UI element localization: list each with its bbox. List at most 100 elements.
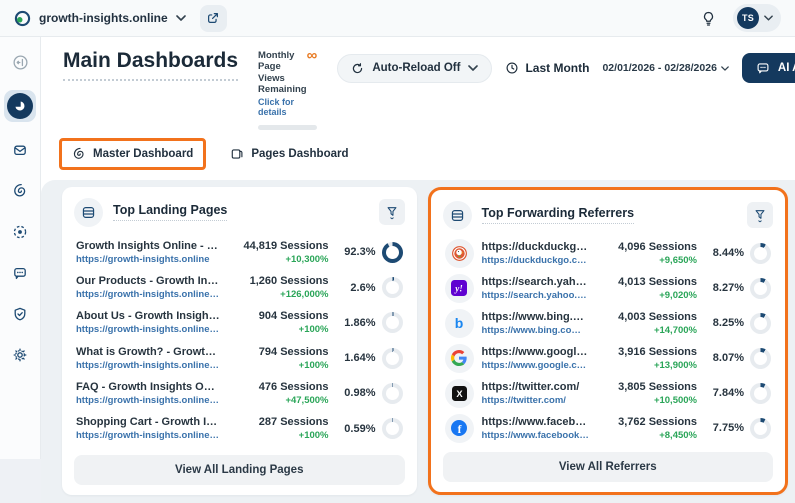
referrer-url[interactable]: https://duckduckgo.com/ [482, 255, 590, 266]
row-info: Shopping Cart - Growth Insights ... http… [76, 416, 221, 441]
tab-label: Master Dashboard [93, 148, 193, 160]
landing-page-title: What is Growth? - Growth Insight... [76, 346, 221, 358]
referrer-url[interactable]: https://www.facebook.co... [482, 430, 590, 441]
landing-page-title: Our Products - Growth Insights O... [76, 275, 221, 287]
percent-donut-chart [382, 242, 403, 263]
landing-page-url[interactable]: https://growth-insights.online [76, 254, 221, 265]
landing-page-title: Growth Insights Online - Growth I... [76, 240, 221, 252]
facebook-favicon: f [445, 414, 474, 443]
landing-page-row[interactable]: Growth Insights Online - Growth I... htt… [74, 237, 405, 268]
percent-donut-chart [382, 418, 403, 439]
referrer-row[interactable]: https://duckduckgo.com/ https://duckduck… [443, 236, 774, 271]
landing-page-url[interactable]: https://growth-insights.online/our-... [76, 430, 221, 441]
sessions-count: 4,013 Sessions [597, 276, 697, 288]
referrer-url[interactable]: https://www.bing.com/se... [482, 325, 590, 336]
referrer-url[interactable]: https://twitter.com/ [482, 395, 590, 406]
period-label: Last Month [525, 61, 589, 75]
landing-page-url[interactable]: https://growth-insights.online/wha... [76, 360, 221, 371]
top-landing-pages-card: Top Landing Pages Growth Insights Online… [62, 187, 417, 495]
landing-page-row[interactable]: FAQ - Growth Insights Online https://gro… [74, 378, 405, 409]
row-percent: 0.98% [337, 383, 403, 404]
row-percent: 8.25% [705, 313, 771, 334]
card-header: Top Forwarding Referrers [443, 199, 774, 236]
tab-pages-dashboard[interactable]: Pages Dashboard [220, 141, 358, 167]
referrer-row[interactable]: f https://www.facebook.c... https://www.… [443, 411, 774, 446]
percent-label: 2.6% [350, 282, 375, 294]
main-area: Main Dashboards Monthly Page Views Remai… [41, 37, 795, 459]
sidebar-item-communication[interactable] [4, 260, 36, 286]
landing-page-url[interactable]: https://growth-insights.online/our-... [76, 289, 221, 300]
landing-page-row[interactable]: Shopping Cart - Growth Insights ... http… [74, 413, 405, 444]
row-sessions: 4,096 Sessions +9,650% [597, 241, 697, 266]
percent-donut-chart [382, 277, 403, 298]
referrer-title: https://www.facebook.c... [482, 416, 590, 428]
auto-reload-dropdown[interactable]: Auto-Reload Off [337, 54, 492, 83]
sidebar-item-settings[interactable] [4, 342, 36, 368]
percent-donut-chart [750, 313, 771, 334]
sessions-count: 476 Sessions [229, 381, 329, 393]
row-info: Growth Insights Online - Growth I... htt… [76, 240, 221, 265]
pageviews-quota-widget[interactable]: Monthly Page Views Remaining Click for d… [258, 50, 317, 130]
row-percent: 8.44% [705, 243, 771, 264]
sidebar-item-privacy[interactable] [4, 301, 36, 327]
sessions-delta: +13,900% [597, 360, 697, 371]
pageviews-details-link[interactable]: Click for details [258, 97, 307, 117]
percent-label: 0.59% [344, 423, 375, 435]
filter-funnel-icon [385, 205, 399, 220]
duckduckgo-favicon [445, 239, 474, 268]
referrer-url[interactable]: https://search.yahoo.com/ [482, 290, 590, 301]
svg-text:X: X [456, 389, 463, 399]
sidebar-item-campaigns[interactable] [4, 137, 36, 163]
date-range-picker[interactable]: 02/01/2026 - 02/28/2026 [602, 62, 728, 74]
visitors-spiral-icon [12, 183, 28, 199]
row-sessions: 4,003 Sessions +14,700% [597, 311, 697, 336]
sessions-delta: +10,300% [229, 254, 329, 265]
period-selector[interactable]: Last Month [505, 61, 589, 75]
open-site-button[interactable] [200, 5, 227, 32]
landing-page-row[interactable]: Our Products - Growth Insights O... http… [74, 272, 405, 303]
row-info: https://search.yahoo.com/ https://search… [482, 276, 590, 301]
website-selector[interactable]: growth-insights.online [14, 10, 186, 27]
tips-lightbulb-button[interactable] [700, 10, 717, 27]
view-all-referrers-button[interactable]: View All Referrers [443, 452, 774, 482]
sidebar-item-behavior[interactable] [4, 219, 36, 245]
landing-page-url[interactable]: https://growth-insights.online/abo... [76, 324, 221, 335]
row-percent: 8.07% [705, 348, 771, 369]
row-sessions: 476 Sessions +47,500% [229, 381, 329, 406]
view-all-landing-pages-button[interactable]: View All Landing Pages [74, 455, 405, 485]
sessions-count: 904 Sessions [229, 310, 329, 322]
sessions-count: 3,762 Sessions [597, 416, 697, 428]
percent-label: 1.86% [344, 317, 375, 329]
referrer-row[interactable]: X https://twitter.com/ https://twitter.c… [443, 376, 774, 411]
sidebar-collapse-button[interactable] [4, 49, 36, 75]
sessions-delta: +14,700% [597, 325, 697, 336]
row-info: What is Growth? - Growth Insight... http… [76, 346, 221, 371]
card-title: Top Forwarding Referrers [482, 206, 635, 224]
referrer-row[interactable]: https://www.google.com... https://www.go… [443, 341, 774, 376]
filter-button[interactable] [379, 199, 405, 225]
row-info: FAQ - Growth Insights Online https://gro… [76, 381, 221, 406]
sidebar-item-dashboards[interactable] [4, 90, 36, 122]
tab-master-dashboard[interactable]: Master Dashboard [62, 141, 203, 167]
referrer-title: https://twitter.com/ [482, 381, 590, 393]
filter-button[interactable] [747, 202, 773, 228]
referrers-list: https://duckduckgo.com/ https://duckduck… [443, 236, 774, 446]
site-name: growth-insights.online [39, 11, 168, 25]
page-title: Main Dashboards [63, 49, 238, 81]
row-sessions: 794 Sessions +100% [229, 346, 329, 371]
landing-page-row[interactable]: About Us - Growth Insights Online https:… [74, 307, 405, 338]
landing-page-url[interactable]: https://growth-insights.online/faq [76, 395, 221, 406]
percent-label: 7.75% [713, 422, 744, 434]
svg-text:y!: y! [454, 283, 463, 293]
referrer-row[interactable]: y! https://search.yahoo.com/ https://sea… [443, 271, 774, 306]
chevron-down-icon [764, 15, 773, 21]
sidebar-item-visitors[interactable] [4, 178, 36, 204]
row-sessions: 4,013 Sessions +9,020% [597, 276, 697, 301]
ai-assistant-button[interactable]: AI Assistant [742, 53, 795, 83]
landing-page-row[interactable]: What is Growth? - Growth Insight... http… [74, 343, 405, 374]
percent-donut-chart [382, 348, 403, 369]
percent-donut-chart [382, 312, 403, 333]
user-menu[interactable]: TS [733, 4, 781, 32]
referrer-row[interactable]: b https://www.bing.com/s... https://www.… [443, 306, 774, 341]
referrer-url[interactable]: https://www.google.com/... [482, 360, 590, 371]
